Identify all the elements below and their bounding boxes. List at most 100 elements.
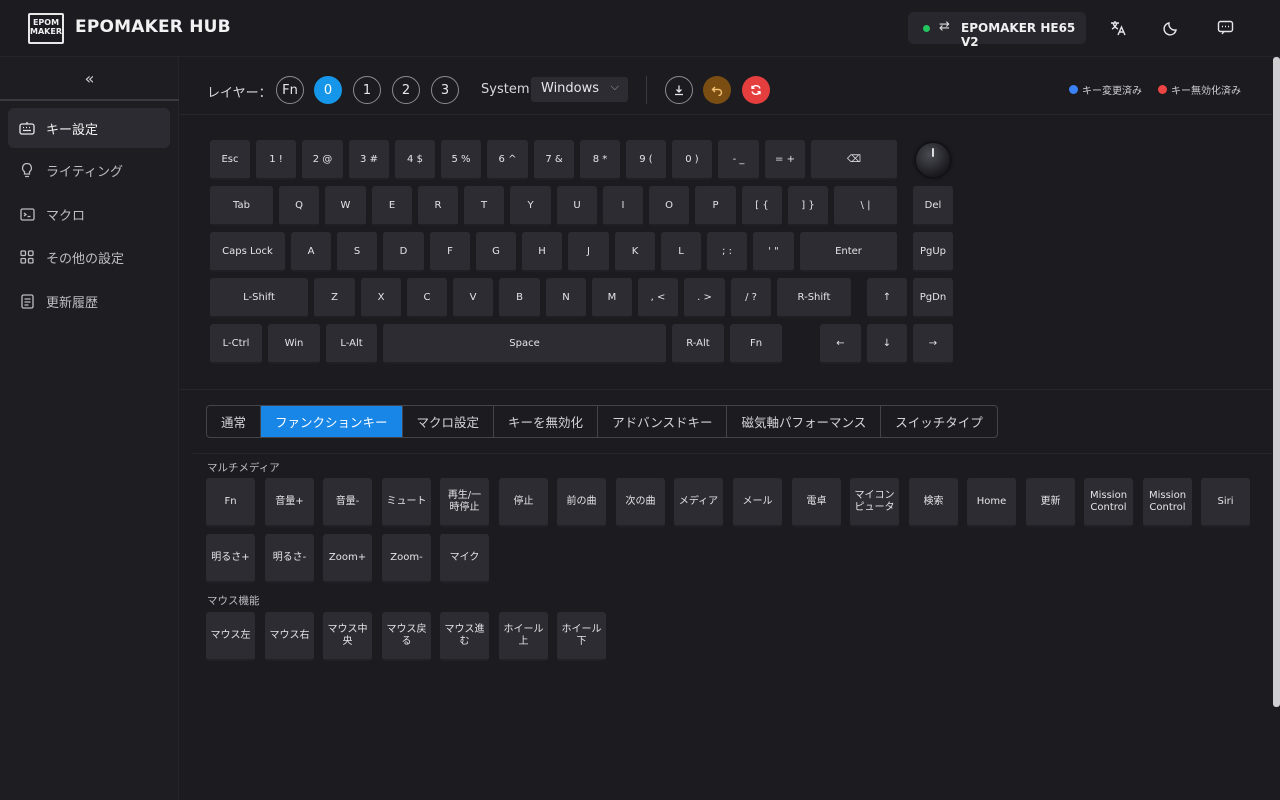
key-enter[interactable]: Enter [800, 232, 897, 272]
key-fn[interactable]: Fn [730, 324, 782, 364]
tab-switch-type[interactable]: スイッチタイプ [881, 406, 997, 437]
tab-advanced-keys[interactable]: アドバンスドキー [598, 406, 728, 437]
function-key[interactable]: 次の曲 [616, 478, 665, 527]
sidebar-item-lighting[interactable]: ライティング [8, 150, 170, 190]
function-key[interactable]: 音量- [323, 478, 372, 527]
key-period[interactable]: . > [684, 278, 725, 318]
key-o[interactable]: O [649, 186, 689, 226]
key-5[interactable]: 5 % [441, 140, 481, 180]
key-3[interactable]: 3 # [349, 140, 389, 180]
tab-macro-settings[interactable]: マクロ設定 [403, 406, 495, 437]
function-key[interactable]: マイク [440, 534, 489, 583]
key-pgdn[interactable]: PgDn [913, 278, 953, 318]
key-esc[interactable]: Esc [210, 140, 250, 180]
function-key[interactable]: Home [967, 478, 1016, 527]
layer-2-button[interactable]: 2 [392, 76, 420, 104]
key-g[interactable]: G [476, 232, 516, 272]
function-key[interactable]: 明るさ- [265, 534, 314, 583]
key-6[interactable]: 6 ^ [487, 140, 528, 180]
sidebar-item-macro[interactable]: マクロ [8, 194, 170, 234]
mouse-key[interactable]: マウス進む [440, 612, 489, 661]
reset-button[interactable] [742, 76, 770, 104]
function-key[interactable]: Zoom- [382, 534, 431, 583]
sidebar-item-key-settings[interactable]: キー設定 [8, 108, 170, 148]
key-e[interactable]: E [372, 186, 412, 226]
key-2[interactable]: 2 @ [302, 140, 343, 180]
system-select[interactable]: Windows ⌵ [531, 77, 628, 102]
function-key[interactable]: 再生/一時停止 [440, 478, 489, 527]
key-c[interactable]: C [407, 278, 447, 318]
tab-magnetic-performance[interactable]: 磁気軸パフォーマンス [727, 406, 882, 437]
sidebar-item-other-settings[interactable]: その他の設定 [8, 237, 170, 277]
key-4[interactable]: 4 $ [395, 140, 435, 180]
layer-fn-button[interactable]: Fn [276, 76, 304, 104]
key-0[interactable]: 0 ) [672, 140, 712, 180]
key-left-bracket[interactable]: [ { [742, 186, 782, 226]
key-right-arrow[interactable]: → [913, 324, 953, 364]
undo-button[interactable] [703, 76, 731, 104]
key-b[interactable]: B [499, 278, 540, 318]
key-backspace[interactable]: ⌫ [811, 140, 897, 180]
translate-icon[interactable] [1104, 14, 1132, 42]
mouse-key[interactable]: ホイール下 [557, 612, 606, 661]
key-7[interactable]: 7 & [534, 140, 574, 180]
key-left-shift[interactable]: L-Shift [210, 278, 308, 318]
key-left-arrow[interactable]: ← [820, 324, 861, 364]
key-z[interactable]: Z [314, 278, 355, 318]
mouse-key[interactable]: ホイール上 [499, 612, 548, 661]
function-key[interactable]: 明るさ+ [206, 534, 255, 583]
key-w[interactable]: W [325, 186, 366, 226]
function-key[interactable]: マイコンピュータ [850, 478, 899, 527]
key-del[interactable]: Del [913, 186, 953, 226]
key-1[interactable]: 1 ! [256, 140, 296, 180]
key-pgup[interactable]: PgUp [913, 232, 953, 272]
tab-disable-key[interactable]: キーを無効化 [494, 406, 599, 437]
key-q[interactable]: Q [279, 186, 319, 226]
key-f[interactable]: F [430, 232, 470, 272]
key-quote[interactable]: ' " [753, 232, 794, 272]
function-key[interactable]: ミュート [382, 478, 431, 527]
function-key[interactable]: Mission Control [1084, 478, 1133, 527]
function-key[interactable]: Mission Control [1143, 478, 1192, 527]
key-r[interactable]: R [418, 186, 458, 226]
key-right-shift[interactable]: R-Shift [777, 278, 851, 318]
rotary-knob[interactable] [916, 143, 950, 177]
key-j[interactable]: J [568, 232, 609, 272]
key-n[interactable]: N [546, 278, 586, 318]
key-right-alt[interactable]: R-Alt [672, 324, 724, 364]
key-a[interactable]: A [291, 232, 331, 272]
mouse-key[interactable]: マウス中央 [323, 612, 372, 661]
function-key[interactable]: Siri [1201, 478, 1250, 527]
dark-mode-icon[interactable] [1157, 14, 1185, 42]
sidebar-item-update-history[interactable]: 更新履歴 [8, 281, 170, 321]
function-key[interactable]: 停止 [499, 478, 548, 527]
layer-0-button[interactable]: 0 [314, 76, 342, 104]
function-key[interactable]: 前の曲 [557, 478, 606, 527]
key-y[interactable]: Y [510, 186, 551, 226]
key-d[interactable]: D [383, 232, 424, 272]
function-key[interactable]: Zoom+ [323, 534, 372, 583]
tab-function-keys[interactable]: ファンクションキー [261, 406, 403, 437]
key-space[interactable]: Space [383, 324, 666, 364]
key-v[interactable]: V [453, 278, 493, 318]
function-key[interactable]: 検索 [909, 478, 958, 527]
download-button[interactable] [665, 76, 693, 104]
key-semicolon[interactable]: ; : [707, 232, 747, 272]
key-9[interactable]: 9 ( [626, 140, 666, 180]
device-selector[interactable]: ⇄ EPOMAKER HE65 V2 [908, 12, 1086, 49]
key-t[interactable]: T [464, 186, 504, 226]
key-u[interactable]: U [557, 186, 597, 226]
key-caps-lock[interactable]: Caps Lock [210, 232, 285, 272]
scrollbar[interactable] [1273, 57, 1280, 707]
key-p[interactable]: P [695, 186, 736, 226]
tab-normal[interactable]: 通常 [207, 406, 262, 437]
function-key[interactable]: Fn [206, 478, 255, 527]
function-key[interactable]: 更新 [1026, 478, 1075, 527]
key-k[interactable]: K [615, 232, 655, 272]
key-slash[interactable]: / ? [731, 278, 771, 318]
feedback-icon[interactable] [1211, 14, 1239, 42]
key-down-arrow[interactable]: ↓ [867, 324, 907, 364]
key-x[interactable]: X [361, 278, 401, 318]
mouse-key[interactable]: マウス戻る [382, 612, 431, 661]
key-left-alt[interactable]: L-Alt [326, 324, 377, 364]
